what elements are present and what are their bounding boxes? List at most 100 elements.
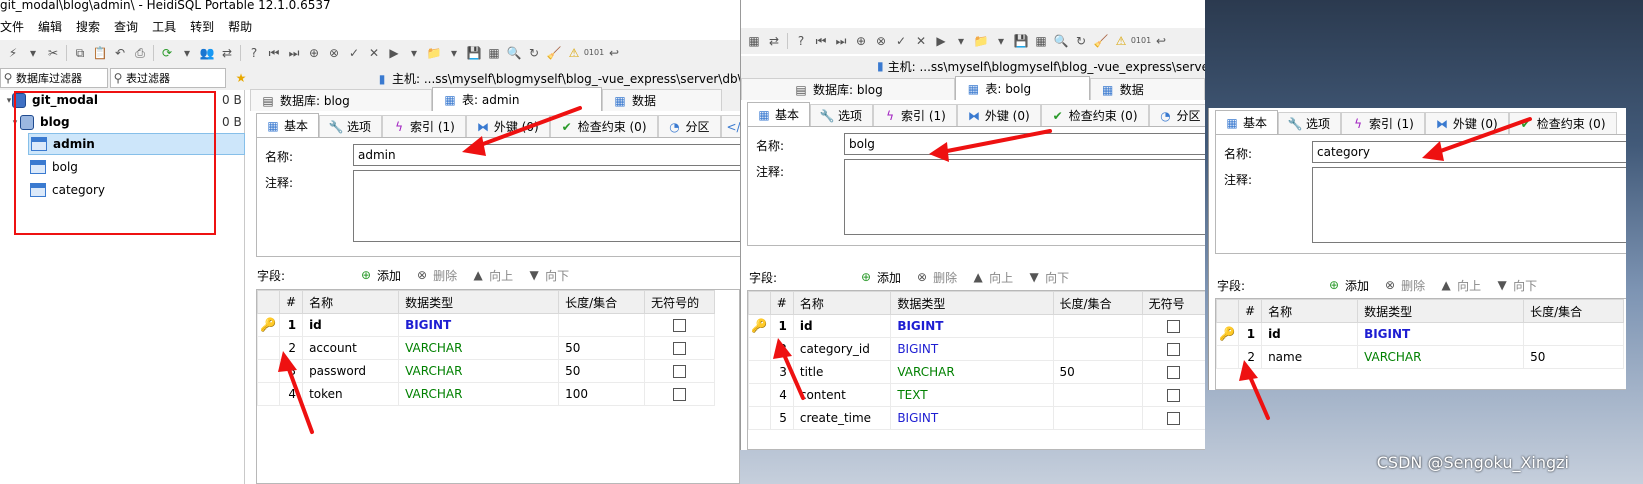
add-record-icon[interactable]: ⊕	[305, 44, 323, 62]
move-up-button[interactable]: ▲ 向上	[1439, 276, 1481, 294]
wrap-icon[interactable]: ↩	[1152, 32, 1170, 50]
tab-options[interactable]: 🔧 选项	[810, 104, 874, 126]
menu-file[interactable]: 文件	[0, 18, 24, 38]
tab-index[interactable]: ϟ 索引 (1)	[1341, 112, 1425, 134]
tab-options[interactable]: 🔧 选项	[319, 115, 383, 137]
unsigned-checkbox[interactable]	[673, 319, 687, 332]
tab-basic[interactable]: ▦ 基本	[256, 113, 320, 137]
print-icon[interactable]: ⎙	[131, 44, 149, 62]
move-up-button[interactable]: ▲ 向上	[471, 266, 513, 284]
table-row[interactable]: 4 content TEXT	[748, 383, 1205, 407]
grid-icon[interactable]: ▦	[1032, 32, 1050, 50]
menu-tools[interactable]: 工具	[152, 18, 176, 38]
run-icon[interactable]: ▶	[932, 32, 950, 50]
comment-textarea[interactable]	[1312, 167, 1626, 243]
dropdown-icon[interactable]: ▾	[178, 44, 196, 62]
tab-check[interactable]: ✔ 检查约束 (0)	[1040, 104, 1149, 126]
comment-textarea[interactable]	[353, 170, 740, 242]
export-icon[interactable]: ⇄	[218, 44, 236, 62]
paste-icon[interactable]: 📋	[91, 44, 109, 62]
menu-edit[interactable]: 编辑	[38, 18, 62, 38]
undo-icon[interactable]: ↶	[111, 44, 129, 62]
col-type[interactable]: 数据类型	[398, 290, 560, 314]
binary-icon[interactable]: 0101	[1131, 32, 1151, 50]
dropdown-icon[interactable]: ▾	[992, 32, 1010, 50]
export-icon[interactable]: ⇄	[765, 32, 783, 50]
tab-create-code[interactable]: </>CR	[720, 115, 740, 137]
table-name-input[interactable]	[353, 144, 740, 166]
col-name[interactable]: 名称	[302, 290, 400, 314]
menu-query[interactable]: 查询	[114, 18, 138, 38]
delete-record-icon[interactable]: ⊗	[325, 44, 343, 62]
save-icon[interactable]: 💾	[465, 44, 483, 62]
col-length[interactable]: 长度/集合	[558, 290, 646, 314]
table-row[interactable]: 2 name VARCHAR 50	[1216, 345, 1625, 369]
unsigned-checkbox[interactable]	[1167, 389, 1181, 402]
tab-basic[interactable]: ▦ 基本	[1215, 110, 1279, 134]
col-num[interactable]: #	[1237, 299, 1263, 323]
help-icon[interactable]: ?	[245, 44, 263, 62]
cancel-icon[interactable]: ✕	[912, 32, 930, 50]
move-up-button[interactable]: ▲ 向上	[971, 268, 1013, 286]
table-row[interactable]: 4 token VARCHAR 100	[257, 382, 716, 406]
delete-field-button[interactable]: ⊗ 删除	[1383, 276, 1425, 294]
col-length[interactable]: 长度/集合	[1052, 291, 1143, 315]
clean-icon[interactable]: 🧹	[1092, 32, 1110, 50]
col-length[interactable]: 长度/集合	[1523, 299, 1625, 323]
tab-index[interactable]: ϟ 索引 (1)	[873, 104, 957, 126]
menu-help[interactable]: 帮助	[228, 18, 252, 38]
grid-icon[interactable]: ▦	[745, 32, 763, 50]
star-icon[interactable]: ★	[232, 69, 250, 87]
add-field-button[interactable]: ⊕ 添加	[859, 268, 901, 286]
warning-icon[interactable]: ⚠	[1112, 32, 1130, 50]
tab-check[interactable]: ✔ 检查约束 (0)	[1508, 112, 1617, 134]
binary-icon[interactable]: 0101	[584, 44, 604, 62]
table-name-input[interactable]	[844, 133, 1205, 155]
table-name-input[interactable]	[1312, 141, 1626, 163]
table-row[interactable]: 3 title VARCHAR 50	[748, 360, 1205, 384]
table-row[interactable]: 5 create_time BIGINT	[748, 406, 1205, 430]
col-name[interactable]: 名称	[792, 291, 892, 315]
tab-check[interactable]: ✔ 检查约束 (0)	[549, 115, 658, 137]
col-num[interactable]: #	[278, 290, 304, 314]
warning-icon[interactable]: ⚠	[565, 44, 583, 62]
dropdown-icon[interactable]: ▾	[24, 44, 42, 62]
post-icon[interactable]: ✓	[345, 44, 363, 62]
menu-goto[interactable]: 转到	[190, 18, 214, 38]
unsigned-checkbox[interactable]	[673, 342, 687, 355]
table-row[interactable]: 2 category_id BIGINT	[748, 337, 1205, 361]
unsigned-checkbox[interactable]	[673, 365, 687, 378]
grid-icon[interactable]: ▦	[485, 44, 503, 62]
find-icon[interactable]: 🔍	[505, 44, 523, 62]
user-manager-icon[interactable]: 👥	[198, 44, 216, 62]
copy-icon[interactable]: ⧉	[71, 44, 89, 62]
tab-table[interactable]: ▦ 表: bolg	[955, 76, 1090, 100]
tab-foreign-keys[interactable]: ⧓ 外键 (0)	[465, 115, 550, 137]
col-unsigned[interactable]: 无符号的	[644, 290, 716, 314]
table-row[interactable]: 3 password VARCHAR 50	[257, 359, 716, 383]
move-down-button[interactable]: ▼ 向下	[527, 266, 569, 284]
unsigned-checkbox[interactable]	[1167, 320, 1181, 333]
tab-database[interactable]: ▤ 数据库: blog	[741, 78, 956, 100]
move-down-button[interactable]: ▼ 向下	[1027, 268, 1069, 286]
unsigned-checkbox[interactable]	[673, 388, 687, 401]
db-filter-input[interactable]: ⚲ 数据库过滤器	[0, 68, 108, 88]
delete-field-button[interactable]: ⊗ 删除	[415, 266, 457, 284]
table-filter-input[interactable]: ⚲ 表过滤器	[110, 68, 226, 88]
tab-foreign-keys[interactable]: ⧓ 外键 (0)	[956, 104, 1041, 126]
tab-data[interactable]: ▦ 数据	[602, 89, 722, 111]
unsigned-checkbox[interactable]	[1167, 412, 1181, 425]
run-icon[interactable]: ▶	[385, 44, 403, 62]
cancel-icon[interactable]: ✕	[365, 44, 383, 62]
move-down-button[interactable]: ▼ 向下	[1495, 276, 1537, 294]
dropdown-icon[interactable]: ▾	[405, 44, 423, 62]
tab-table[interactable]: ▦ 表: admin	[432, 87, 602, 111]
replace-icon[interactable]: ↻	[525, 44, 543, 62]
first-record-icon[interactable]: ⏮	[265, 44, 283, 62]
unsigned-checkbox[interactable]	[1167, 343, 1181, 356]
unsigned-checkbox[interactable]	[1167, 366, 1181, 379]
post-icon[interactable]: ✓	[892, 32, 910, 50]
tab-database[interactable]: ▤ 数据库: blog	[250, 89, 432, 111]
refresh-icon[interactable]: ⟳	[158, 44, 176, 62]
add-record-icon[interactable]: ⊕	[852, 32, 870, 50]
